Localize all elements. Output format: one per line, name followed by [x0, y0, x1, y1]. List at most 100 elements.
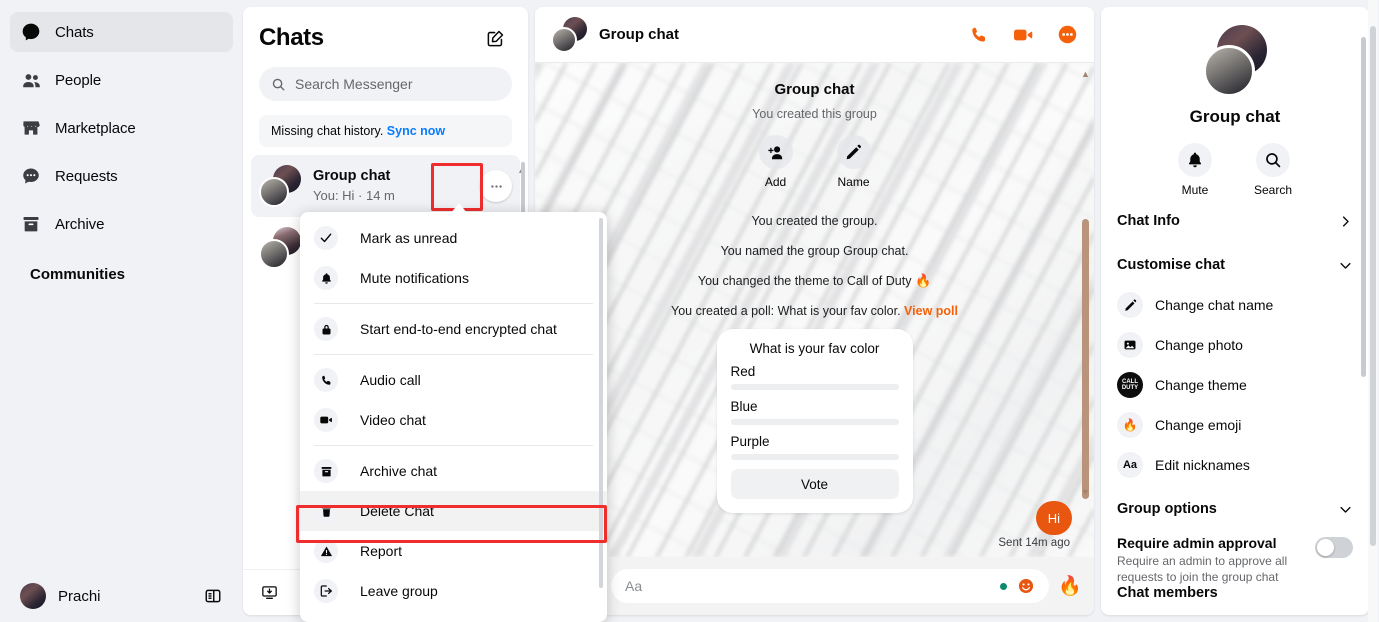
sync-banner-text: Missing chat history. — [271, 124, 384, 138]
more-circle-icon[interactable] — [1054, 22, 1080, 48]
menu-item-label: Leave group — [360, 583, 438, 599]
chat-members-section[interactable]: Chat members — [1117, 585, 1353, 601]
change-emoji-item[interactable]: 🔥 Change emoji — [1117, 405, 1353, 445]
more-horizontal-icon[interactable] — [480, 170, 512, 202]
emoji-smiley-icon[interactable] — [1017, 577, 1035, 595]
current-user[interactable]: Prachi — [20, 583, 101, 609]
context-menu-scrollbar[interactable] — [599, 218, 604, 616]
chat-info-content: Group chat Mute Search Chat Info Customi… — [1101, 7, 1369, 601]
avatar — [20, 583, 46, 609]
avatar — [259, 227, 301, 269]
view-poll-link[interactable]: View poll — [904, 304, 958, 318]
flame-emoji-icon: 🔥 — [914, 273, 932, 288]
search-icon — [1256, 143, 1290, 177]
change-photo-item[interactable]: Change photo — [1117, 325, 1353, 365]
chevron-down-icon — [1338, 258, 1353, 273]
sync-now-link[interactable]: Sync now — [387, 124, 445, 138]
messenger-app: Chats People Marketplace Requests Archiv… — [0, 0, 1379, 622]
menu-item-label: Start end-to-end encrypted chat — [360, 321, 557, 337]
menu-item-video-chat[interactable]: Video chat — [300, 400, 607, 440]
poll-option[interactable]: Red — [730, 364, 899, 390]
message-bubble[interactable]: Hi — [1035, 501, 1072, 535]
sidebar-item-requests[interactable]: Requests — [10, 156, 233, 196]
list-item[interactable]: Group chat You: Hi · 14 m — [251, 155, 520, 217]
add-person-icon — [758, 135, 793, 169]
vote-button[interactable]: Vote — [730, 469, 899, 499]
info-actions: Mute Search — [1117, 143, 1353, 197]
scroll-up-arrow[interactable]: ▲ — [1081, 69, 1090, 79]
group-name: Group chat — [1189, 107, 1281, 126]
flame-emoji-icon: 🔥 — [1117, 412, 1143, 438]
message-input-placeholder: Aa — [625, 578, 643, 594]
menu-item-label: Video chat — [360, 412, 426, 428]
list-item-text: Group chat You: Hi · 14 m — [313, 167, 468, 204]
sidebar-item-chats[interactable]: Chats — [10, 12, 233, 52]
section-label: Customise chat — [1117, 257, 1225, 273]
menu-item-audio-call[interactable]: Audio call — [300, 360, 607, 400]
menu-divider — [314, 303, 593, 304]
avatar[interactable] — [551, 16, 587, 53]
menu-item-archive-chat[interactable]: Archive chat — [300, 451, 607, 491]
menu-item-report[interactable]: Report — [300, 531, 607, 571]
sidebar-item-label: Chats — [55, 23, 94, 41]
poll-option[interactable]: Purple — [730, 434, 899, 460]
install-app-icon[interactable] — [261, 584, 278, 601]
sidebar-item-marketplace[interactable]: Marketplace — [10, 108, 233, 148]
lock-icon — [314, 317, 338, 341]
menu-item-mute-notifications[interactable]: Mute notifications — [300, 258, 607, 298]
edit-nicknames-item[interactable]: Aa Edit nicknames — [1117, 445, 1353, 485]
layout-panel-icon[interactable] — [197, 580, 229, 612]
sidebar-item-label: Marketplace — [55, 119, 136, 137]
section-customise-chat[interactable]: Customise chat — [1117, 245, 1353, 285]
conversation-title[interactable]: Group chat — [599, 26, 679, 43]
chevron-right-icon — [1338, 214, 1353, 229]
menu-item-mark-as-unread[interactable]: Mark as unread — [300, 218, 607, 258]
rail-items: Chats People Marketplace Requests Archiv… — [0, 0, 243, 283]
admin-approval-toggle[interactable] — [1315, 537, 1353, 558]
section-group-options[interactable]: Group options — [1117, 489, 1353, 529]
phone-icon[interactable] — [966, 22, 992, 48]
menu-item-start-encrypted-chat[interactable]: Start end-to-end encrypted chat — [300, 309, 607, 349]
compose-pencil-icon[interactable] — [478, 21, 512, 55]
pencil-icon — [1117, 292, 1143, 318]
mute-button[interactable]: Mute — [1177, 143, 1212, 197]
search-button[interactable]: Search — [1254, 143, 1292, 197]
quick-flame-emoji-icon[interactable]: 🔥 — [1058, 574, 1082, 598]
aa-text-icon: Aa — [1117, 452, 1143, 478]
section-chat-info[interactable]: Chat Info — [1117, 201, 1353, 241]
user-name: Prachi — [58, 587, 101, 605]
scroll-down-arrow[interactable]: ▼ — [1081, 487, 1090, 497]
conversation-actions — [966, 22, 1080, 48]
page-scrollbar[interactable] — [1368, 0, 1378, 622]
menu-item-leave-group[interactable]: Leave group — [300, 571, 607, 611]
edit-name-button[interactable]: Name — [836, 135, 871, 189]
sidebar-section-communities[interactable]: Communities — [10, 252, 233, 283]
sidebar-item-archive[interactable]: Archive — [10, 204, 233, 244]
conversation-panel: Group chat Group chat You created this g… — [535, 7, 1094, 615]
avatar[interactable] — [1199, 25, 1271, 97]
bell-icon — [314, 266, 338, 290]
poll-option[interactable]: Blue — [730, 399, 899, 425]
store-icon — [20, 117, 42, 139]
message-dots-icon — [20, 165, 42, 187]
change-theme-item[interactable]: CALL DUTY Change theme — [1117, 365, 1353, 405]
message-scroll-area[interactable]: Group chat You created this group Add Na… — [535, 63, 1094, 557]
group-intro-buttons: Add Name — [557, 135, 1072, 189]
info-panel-scrollbar[interactable] — [1360, 37, 1366, 597]
sidebar-item-label: Requests — [55, 167, 118, 185]
poll-option-label: Purple — [730, 434, 770, 449]
system-message: You created a poll: What is your fav col… — [671, 304, 958, 318]
system-messages: You created the group. You named the gro… — [557, 215, 1072, 317]
menu-item-delete-chat[interactable]: Delete Chat — [300, 491, 607, 531]
message-input[interactable]: Aa — [611, 569, 1050, 603]
chat-list-header: Chats — [243, 7, 528, 61]
add-member-button[interactable]: Add — [758, 135, 793, 189]
leave-arrow-icon — [314, 579, 338, 603]
message-row: Hi Sent 14m ago — [998, 501, 1072, 549]
chevron-down-icon — [1338, 502, 1353, 517]
sidebar-item-people[interactable]: People — [10, 60, 233, 100]
video-camera-icon[interactable] — [1010, 22, 1036, 48]
search-input[interactable]: Search Messenger — [259, 67, 512, 101]
conversation-scrollbar[interactable]: ▲ ▼ — [1081, 69, 1090, 499]
change-chat-name-item[interactable]: Change chat name — [1117, 285, 1353, 325]
